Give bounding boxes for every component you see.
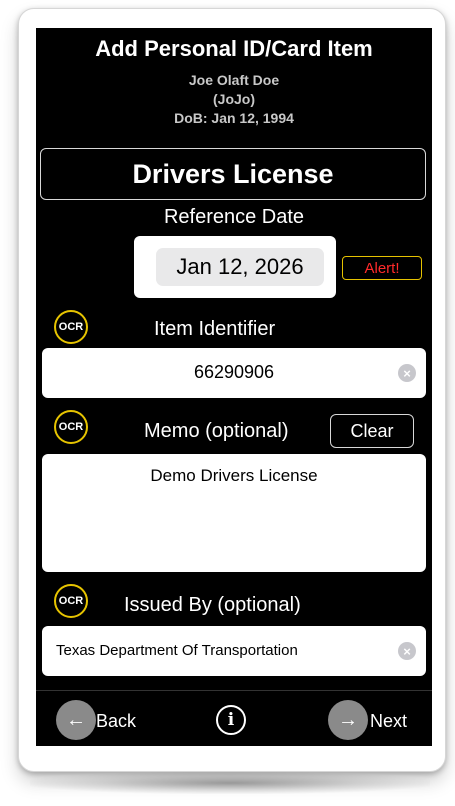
app-screen: Add Personal ID/Card Item Joe Olaft Doe …: [36, 28, 432, 746]
issued-by-value: Texas Department Of Transportation: [56, 642, 298, 659]
next-arrow-icon[interactable]: →: [328, 700, 368, 740]
memo-label: Memo (optional): [144, 420, 289, 442]
alert-button[interactable]: Alert!: [342, 256, 422, 280]
document-type-button[interactable]: Drivers License: [40, 148, 426, 200]
clear-icon[interactable]: ×: [398, 642, 416, 660]
clear-icon[interactable]: ×: [398, 364, 416, 382]
toolbar-divider: [36, 690, 432, 691]
memo-value: Demo Drivers License: [150, 466, 318, 485]
issued-by-field[interactable]: Texas Department Of Transportation ×: [42, 626, 426, 676]
item-identifier-label: Item Identifier: [154, 318, 276, 340]
ocr-identifier-button[interactable]: OCR: [54, 310, 88, 344]
person-name: Joe Olaft Doe: [188, 72, 280, 88]
item-identifier-field[interactable]: 66290906 ×: [42, 348, 426, 398]
reference-date-picker: Jan 12, 2026: [134, 236, 336, 298]
memo-clear-button[interactable]: Clear: [330, 414, 414, 448]
ocr-issuer-button[interactable]: OCR: [54, 584, 88, 618]
device-shadow: [30, 772, 430, 794]
info-icon[interactable]: i: [216, 705, 246, 735]
reference-date-field[interactable]: Jan 12, 2026: [156, 248, 324, 286]
reference-date-label: Reference Date: [163, 206, 305, 228]
memo-textarea[interactable]: Demo Drivers License: [42, 454, 426, 572]
back-button-label[interactable]: Back: [96, 711, 136, 732]
person-nickname: (JoJo): [213, 91, 255, 107]
person-dob: DoB: Jan 12, 1994: [174, 110, 294, 126]
item-identifier-value: 66290906: [193, 362, 275, 382]
next-button-label[interactable]: Next: [370, 711, 407, 732]
back-arrow-icon[interactable]: ←: [56, 700, 96, 740]
issued-by-label: Issued By (optional): [124, 594, 301, 616]
page-title: Add Personal ID/Card Item: [95, 36, 373, 61]
ocr-memo-button[interactable]: OCR: [54, 410, 88, 444]
